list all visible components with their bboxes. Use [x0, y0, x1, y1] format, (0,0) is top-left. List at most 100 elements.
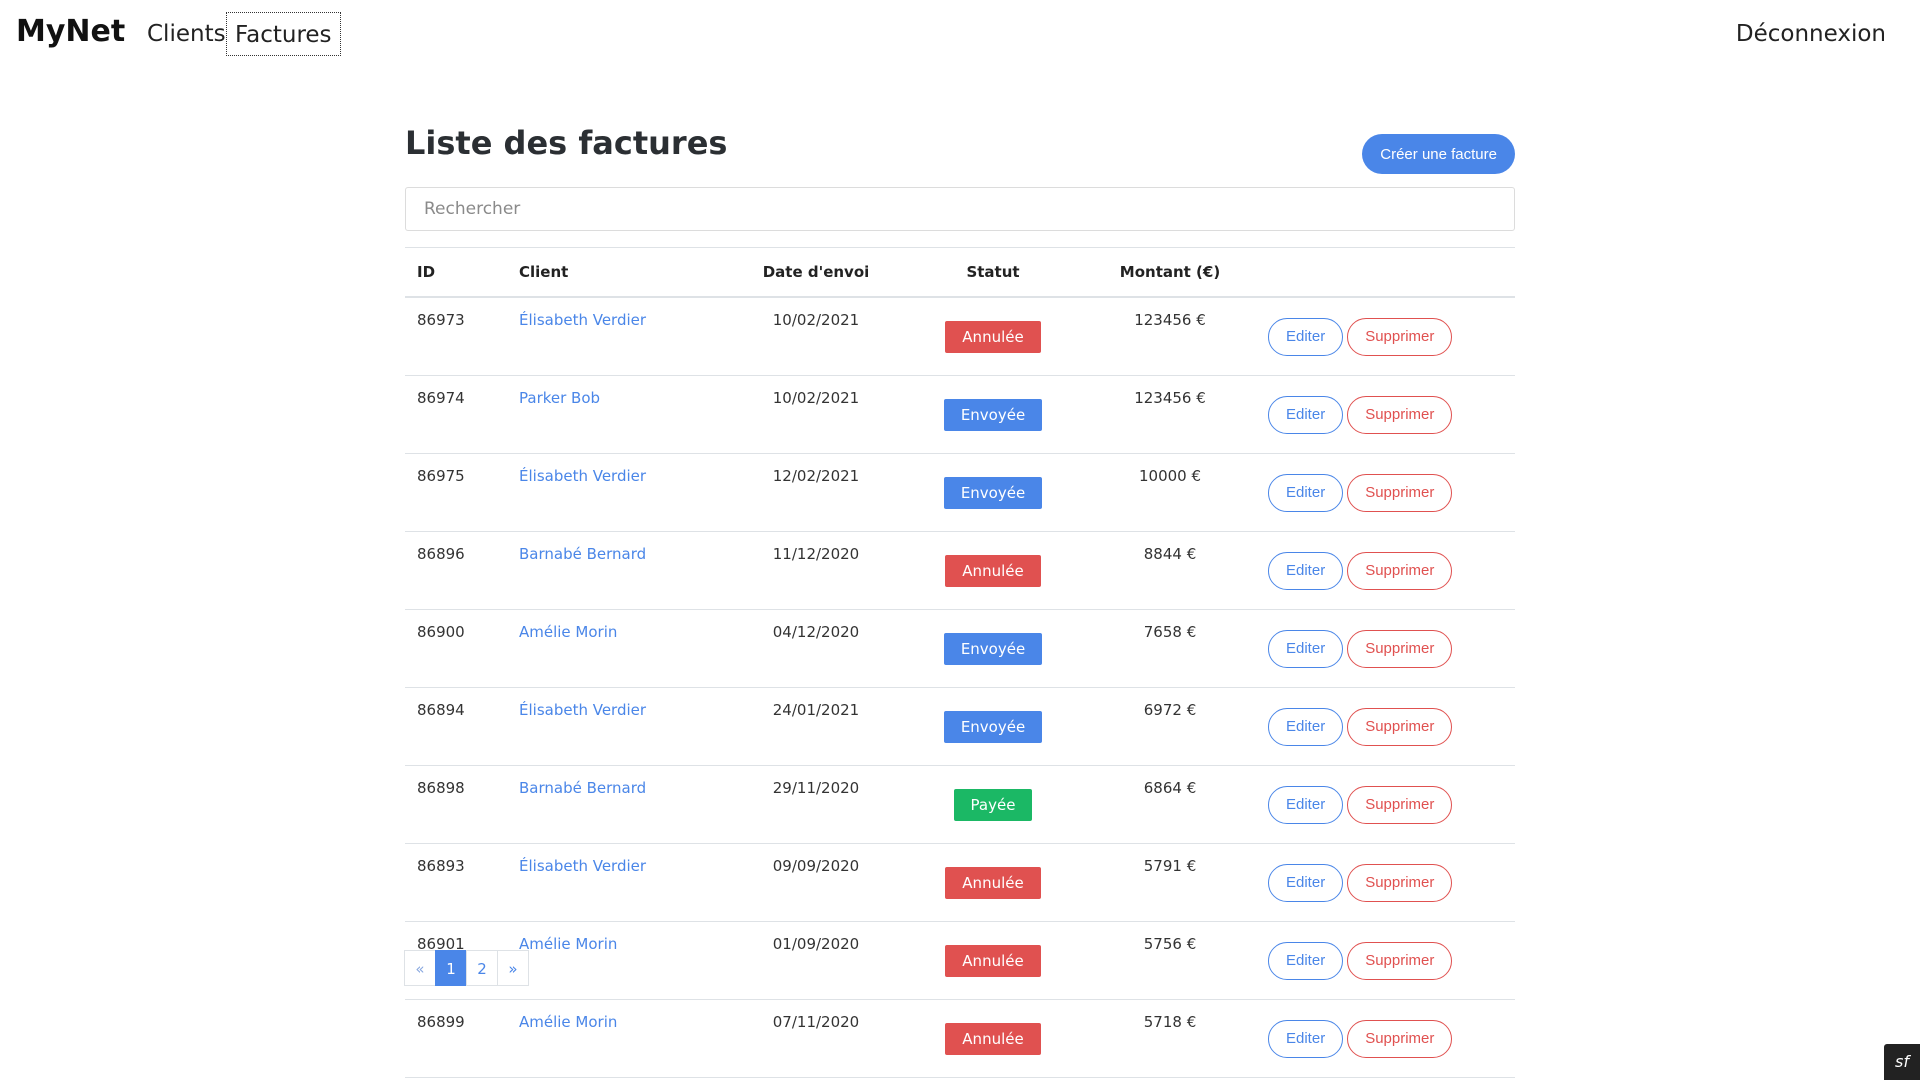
- edit-button[interactable]: Editer: [1268, 785, 1344, 824]
- table-row: 86894 Élisabeth Verdier 24/01/2021 Envoyée 6…: [405, 687, 1515, 766]
- actions-cell: Editer Supprimer: [1246, 375, 1515, 454]
- symfony-icon[interactable]: sf: [1884, 1044, 1920, 1080]
- actions-cell: Editer Supprimer: [1246, 843, 1515, 922]
- edit-button[interactable]: Editer: [1268, 551, 1344, 590]
- delete-button[interactable]: Supprimer: [1347, 395, 1453, 434]
- delete-button[interactable]: Supprimer: [1347, 629, 1453, 668]
- client-link[interactable]: Amélie Morin: [519, 935, 617, 953]
- actions-cell: Editer Supprimer: [1246, 297, 1515, 376]
- amount: 5791 €: [1094, 843, 1246, 922]
- sent-date: 10/02/2021: [740, 297, 892, 376]
- column-header-date: Date d'envoi: [740, 247, 892, 298]
- delete-button[interactable]: Supprimer: [1347, 1019, 1453, 1058]
- actions-cell: Editer Supprimer: [1246, 999, 1515, 1078]
- column-header-client: Client: [518, 247, 740, 298]
- amount: 123456 €: [1094, 375, 1246, 454]
- invoice-id: 86898: [405, 765, 518, 844]
- status-badge: Envoyée: [943, 398, 1043, 431]
- status-badge: Envoyée: [943, 476, 1043, 509]
- edit-button[interactable]: Editer: [1268, 1019, 1344, 1058]
- column-header-status: Statut: [892, 247, 1094, 298]
- status-badge: Annulée: [945, 866, 1041, 899]
- client-link[interactable]: Parker Bob: [519, 389, 600, 407]
- delete-button[interactable]: Supprimer: [1347, 941, 1453, 980]
- client-cell: Amélie Morin: [518, 609, 740, 688]
- table-row: 86893 Élisabeth Verdier 09/09/2020 Annulée 5…: [405, 843, 1515, 922]
- edit-button[interactable]: Editer: [1268, 707, 1344, 746]
- edit-button[interactable]: Editer: [1268, 473, 1344, 512]
- status-badge: Annulée: [945, 320, 1041, 353]
- pagination-next[interactable]: »: [497, 950, 529, 986]
- status-badge: Annulée: [945, 944, 1041, 977]
- invoice-id: 86973: [405, 297, 518, 376]
- client-link[interactable]: Élisabeth Verdier: [519, 701, 646, 719]
- status-cell: Envoyée: [892, 687, 1094, 766]
- edit-button[interactable]: Editer: [1268, 941, 1344, 980]
- delete-button[interactable]: Supprimer: [1347, 317, 1453, 356]
- invoice-id: 86899: [405, 999, 518, 1078]
- sent-date: 12/02/2021: [740, 453, 892, 532]
- status-cell: Annulée: [892, 531, 1094, 610]
- brand-logo[interactable]: MyNet: [16, 14, 125, 49]
- amount: 5718 €: [1094, 999, 1246, 1078]
- client-cell: Élisabeth Verdier: [518, 687, 740, 766]
- client-link[interactable]: Élisabeth Verdier: [519, 467, 646, 485]
- client-link[interactable]: Amélie Morin: [519, 1013, 617, 1031]
- actions-cell: Editer Supprimer: [1246, 921, 1515, 1000]
- sent-date: 24/01/2021: [740, 687, 892, 766]
- status-cell: Annulée: [892, 297, 1094, 376]
- pagination-page-1[interactable]: 1: [435, 950, 467, 986]
- status-cell: Envoyée: [892, 453, 1094, 532]
- table-header-row: ID Client Date d'envoi Statut Montant (€…: [405, 247, 1515, 298]
- client-link[interactable]: Barnabé Bernard: [519, 779, 646, 797]
- client-cell: Élisabeth Verdier: [518, 297, 740, 376]
- invoice-id: 86893: [405, 843, 518, 922]
- amount: 10000 €: [1094, 453, 1246, 532]
- table-row: 86973 Élisabeth Verdier 10/02/2021 Annulée 1…: [405, 297, 1515, 376]
- actions-cell: Editer Supprimer: [1246, 609, 1515, 688]
- create-invoice-button[interactable]: Créer une facture: [1362, 134, 1515, 174]
- pagination-prev[interactable]: «: [404, 950, 436, 986]
- status-cell: Payée: [892, 765, 1094, 844]
- status-cell: Annulée: [892, 843, 1094, 922]
- search-input[interactable]: [405, 187, 1515, 231]
- client-link[interactable]: Élisabeth Verdier: [519, 311, 646, 329]
- invoice-id: 86975: [405, 453, 518, 532]
- invoice-id: 86896: [405, 531, 518, 610]
- invoice-id: 86900: [405, 609, 518, 688]
- amount: 8844 €: [1094, 531, 1246, 610]
- sent-date: 10/02/2021: [740, 375, 892, 454]
- edit-button[interactable]: Editer: [1268, 395, 1344, 434]
- edit-button[interactable]: Editer: [1268, 317, 1344, 356]
- delete-button[interactable]: Supprimer: [1347, 473, 1453, 512]
- delete-button[interactable]: Supprimer: [1347, 551, 1453, 590]
- table-row: 86900 Amélie Morin 04/12/2020 Envoyée 7658 €…: [405, 609, 1515, 688]
- nav-link-clients[interactable]: Clients: [139, 12, 234, 56]
- nav-link-factures[interactable]: Factures: [226, 12, 341, 56]
- amount: 5756 €: [1094, 921, 1246, 1000]
- client-link[interactable]: Élisabeth Verdier: [519, 857, 646, 875]
- invoice-id: 86894: [405, 687, 518, 766]
- table-row: 86898 Barnabé Bernard 29/11/2020 Payée 6864 …: [405, 765, 1515, 844]
- sent-date: 09/09/2020: [740, 843, 892, 922]
- pagination-page-2[interactable]: 2: [466, 950, 498, 986]
- delete-button[interactable]: Supprimer: [1347, 863, 1453, 902]
- sent-date: 01/09/2020: [740, 921, 892, 1000]
- sent-date: 29/11/2020: [740, 765, 892, 844]
- edit-button[interactable]: Editer: [1268, 863, 1344, 902]
- actions-cell: Editer Supprimer: [1246, 453, 1515, 532]
- status-cell: Envoyée: [892, 609, 1094, 688]
- column-header-amount: Montant (€): [1094, 247, 1246, 298]
- status-badge: Envoyée: [943, 632, 1043, 665]
- amount: 123456 €: [1094, 297, 1246, 376]
- column-header-id: ID: [405, 247, 518, 298]
- edit-button[interactable]: Editer: [1268, 629, 1344, 668]
- logout-link[interactable]: Déconnexion: [1728, 12, 1894, 56]
- table-row: 86974 Parker Bob 10/02/2021 Envoyée 123456 €…: [405, 375, 1515, 454]
- client-link[interactable]: Amélie Morin: [519, 623, 617, 641]
- delete-button[interactable]: Supprimer: [1347, 785, 1453, 824]
- delete-button[interactable]: Supprimer: [1347, 707, 1453, 746]
- page-title: Liste des factures: [405, 124, 728, 162]
- table-row: 86899 Amélie Morin 07/11/2020 Annulée 5718 €…: [405, 999, 1515, 1078]
- client-link[interactable]: Barnabé Bernard: [519, 545, 646, 563]
